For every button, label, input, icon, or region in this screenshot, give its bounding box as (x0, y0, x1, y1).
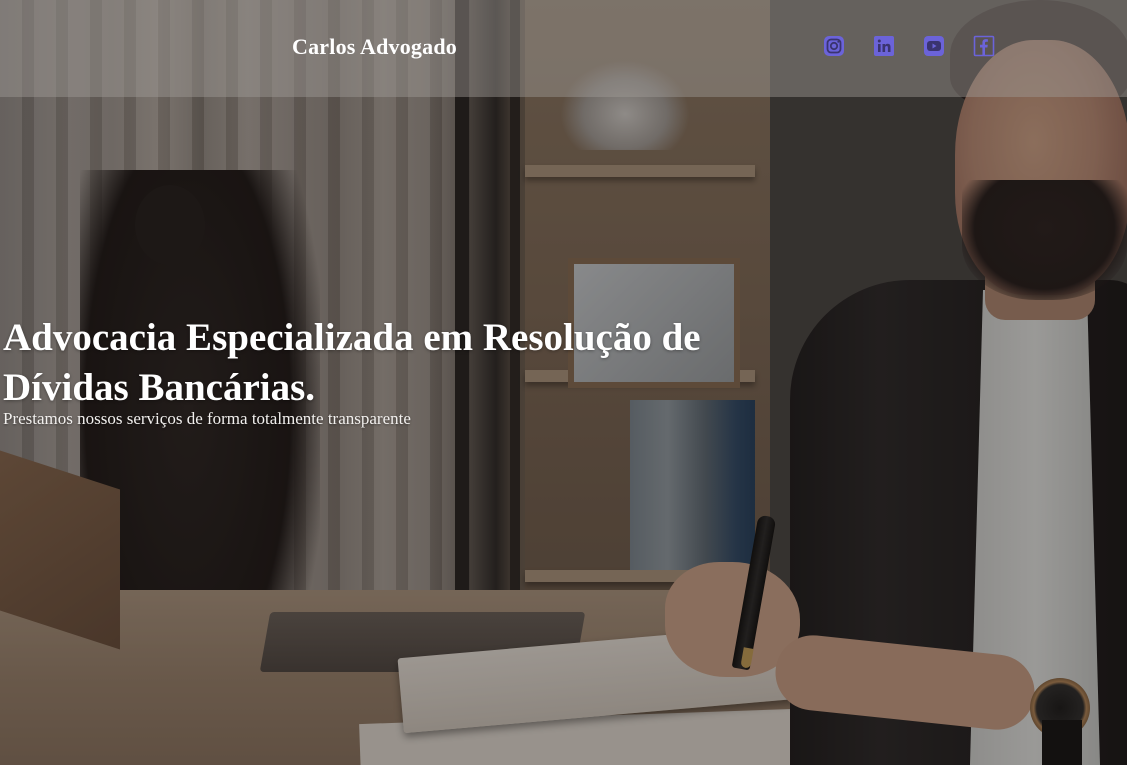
hero-title: Advocacia Especializada em Resolução de … (3, 316, 701, 409)
youtube-link[interactable] (922, 34, 946, 58)
facebook-link[interactable] (972, 34, 996, 58)
social-links (822, 34, 996, 58)
brand-logo-text[interactable]: Carlos Advogado (292, 34, 457, 60)
linkedin-link[interactable] (872, 34, 896, 58)
instagram-icon (824, 36, 844, 56)
linkedin-icon (874, 36, 894, 56)
youtube-icon (924, 36, 944, 56)
hero-subtitle: Prestamos nossos serviços de forma total… (3, 409, 411, 428)
instagram-link[interactable] (822, 34, 846, 58)
site-header: Carlos Advogado (0, 0, 1127, 97)
facebook-icon (973, 35, 995, 57)
